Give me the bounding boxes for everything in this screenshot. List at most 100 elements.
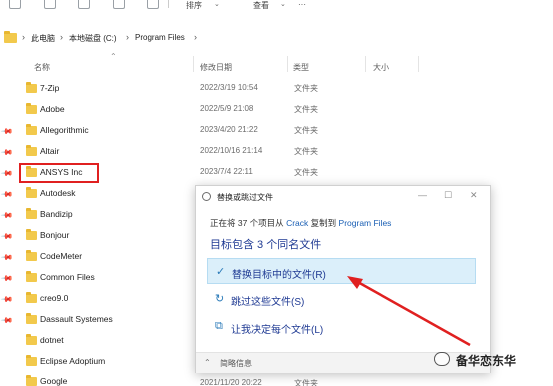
chevron-right-icon[interactable]: ›: [194, 32, 197, 42]
skip-files-option[interactable]: ↻ 跳过这些文件(S): [207, 286, 476, 312]
folder-icon: [4, 31, 17, 43]
pin-icon: 📌: [0, 292, 14, 307]
copy-status-middle: 复制到: [310, 218, 337, 228]
file-date: 2022/3/19 10:54: [200, 83, 258, 92]
file-name: Google: [40, 376, 68, 386]
folder-icon: [26, 124, 37, 135]
file-type: 文件夹: [294, 84, 318, 93]
folder-icon: [26, 334, 37, 345]
cut-icon[interactable]: [9, 0, 21, 9]
address-bar[interactable]: › 此电脑 › 本地磁盘 (C:) › Program Files ›: [0, 28, 553, 50]
folder-icon: [26, 271, 37, 282]
option-label: 跳过这些文件(S): [231, 297, 305, 308]
column-divider[interactable]: [193, 56, 194, 72]
annotation-highlight-box: [19, 163, 99, 183]
folder-icon: [26, 250, 37, 261]
file-date: 2021/11/20 20:22: [200, 378, 262, 386]
chevron-down-icon[interactable]: ⌄: [280, 0, 286, 8]
file-row[interactable]: 7-Zip 2022/3/19 10:54 文件夹: [14, 79, 344, 99]
file-date: 2023/4/20 21:22: [200, 125, 258, 134]
folder-icon: [26, 187, 37, 198]
view-button[interactable]: 查看: [253, 0, 269, 11]
watermark: 备华恋东华: [432, 348, 552, 372]
file-name: Dassault Systemes: [40, 314, 113, 324]
column-header-name[interactable]: 名称: [34, 62, 50, 73]
dialog-title: 替换或跳过文件: [217, 193, 273, 202]
decide-icon: ⧉: [215, 320, 223, 332]
pin-icon: 📌: [0, 208, 14, 223]
file-name: Common Files: [40, 272, 95, 282]
pin-icon: 📌: [0, 187, 14, 202]
copy-progress-icon: [202, 192, 211, 201]
fewer-details-toggle[interactable]: 简略信息: [220, 358, 252, 369]
chevron-right-icon[interactable]: ›: [126, 32, 129, 42]
replace-or-skip-dialog: 替换或跳过文件 — ☐ ✕ 正在将 37 个项目从 Crack 复制到 Prog…: [195, 185, 491, 373]
column-divider[interactable]: [418, 56, 419, 72]
chevron-up-icon[interactable]: ⌃: [204, 358, 211, 367]
file-date: 2022/10/16 21:14: [200, 146, 263, 155]
pin-icon: 📌: [0, 313, 14, 328]
command-bar: 排序 ⌄ 查看 ⌄ ···: [0, 0, 553, 20]
minimize-icon[interactable]: —: [418, 190, 427, 200]
chevron-right-icon[interactable]: ›: [60, 32, 63, 42]
chevron-down-icon[interactable]: ⌄: [214, 0, 220, 8]
pin-icon: 📌: [0, 166, 14, 181]
file-name: CodeMeter: [40, 251, 83, 261]
file-name: Bonjour: [40, 230, 70, 240]
column-divider[interactable]: [287, 56, 288, 72]
file-row[interactable]: Adobe 2022/5/9 21:08 文件夹: [14, 100, 344, 120]
watermark-text: 备华恋东华: [456, 354, 517, 368]
copy-icon[interactable]: [44, 0, 56, 9]
pin-icon: 📌: [0, 271, 14, 286]
paste-icon[interactable]: [78, 0, 90, 9]
maximize-icon[interactable]: ☐: [444, 190, 452, 201]
pin-icon: 📌: [0, 250, 14, 265]
column-header-date[interactable]: 修改日期: [200, 62, 232, 73]
rename-icon[interactable]: [113, 0, 125, 9]
destination-folder-link[interactable]: Program Files: [339, 218, 392, 228]
folder-icon: [26, 103, 37, 114]
folder-icon: [26, 145, 37, 156]
toolbar-divider: [168, 0, 169, 8]
file-date: 2023/7/4 22:11: [200, 167, 253, 176]
file-type: 文件夹: [294, 126, 318, 135]
skip-icon: ↻: [215, 293, 225, 305]
conflict-heading: 目标包含 3 个同名文件: [210, 239, 322, 251]
sort-ascending-icon: ⌃: [110, 52, 117, 61]
file-name: dotnet: [40, 335, 64, 345]
column-divider[interactable]: [365, 56, 366, 72]
breadcrumb-this-pc[interactable]: 此电脑: [31, 33, 55, 44]
decide-each-file-option[interactable]: ⧉ 让我决定每个文件(L): [207, 314, 476, 340]
close-icon[interactable]: ✕: [470, 190, 478, 201]
replace-files-option[interactable]: ✓ 替换目标中的文件(R): [207, 258, 476, 284]
file-name: Autodesk: [40, 188, 76, 198]
sort-button[interactable]: 排序: [186, 0, 202, 11]
pin-icon: 📌: [0, 145, 14, 160]
column-header-size[interactable]: 大小: [373, 62, 389, 73]
file-type: 文件夹: [294, 105, 318, 114]
folder-icon: [26, 208, 37, 219]
file-row[interactable]: Allegorithmic 2023/4/20 21:22 文件夹: [14, 121, 344, 141]
breadcrumb-local-disk[interactable]: 本地磁盘 (C:): [69, 33, 117, 44]
file-type: 文件夹: [294, 379, 318, 386]
folder-icon: [26, 355, 37, 366]
column-header-type[interactable]: 类型: [293, 62, 309, 73]
more-options-icon[interactable]: ···: [298, 0, 306, 9]
file-row[interactable]: Altair 2022/10/16 21:14 文件夹: [14, 142, 344, 162]
breadcrumb-program-files[interactable]: Program Files: [135, 33, 185, 42]
source-folder-link[interactable]: Crack: [286, 218, 308, 228]
file-name: creo9.0: [40, 293, 69, 303]
file-name: Eclipse Adoptium: [40, 356, 106, 366]
folder-icon: [26, 375, 37, 386]
chevron-right-icon[interactable]: ›: [22, 32, 25, 42]
file-type: 文件夹: [294, 147, 318, 156]
file-date: 2022/5/9 21:08: [200, 104, 254, 113]
check-icon: ✓: [216, 266, 226, 278]
file-name: Adobe: [40, 104, 65, 114]
copy-status-line: 正在将 37 个项目从 Crack 复制到 Program Files: [210, 217, 391, 229]
file-type: 文件夹: [294, 168, 318, 177]
delete-icon[interactable]: [147, 0, 159, 9]
wechat-logo-icon: [434, 352, 450, 366]
file-name: Bandizip: [40, 209, 73, 219]
folder-icon: [26, 229, 37, 240]
